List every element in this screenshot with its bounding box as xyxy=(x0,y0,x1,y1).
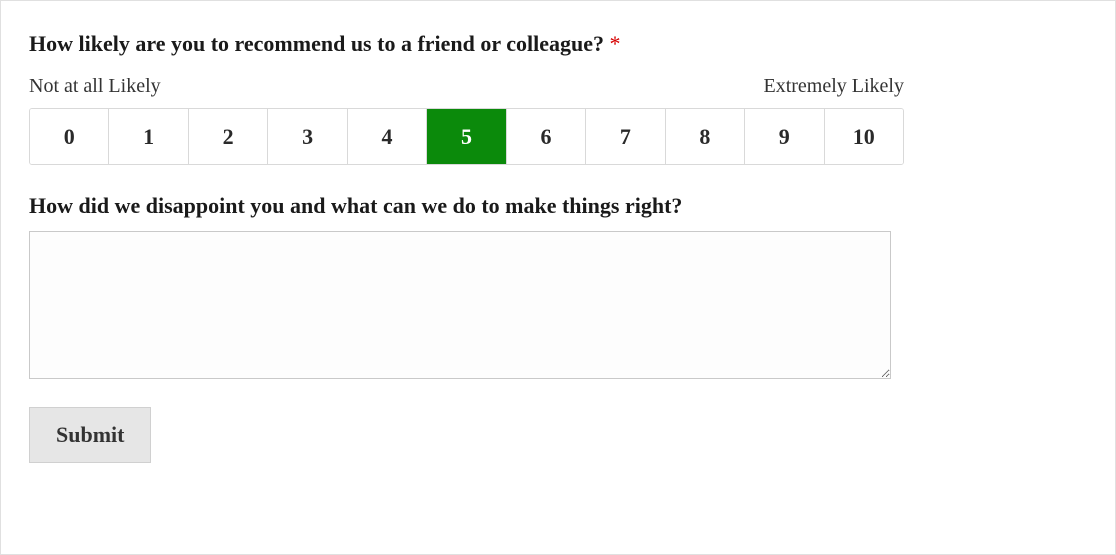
nps-option-0[interactable]: 0 xyxy=(30,109,109,164)
nps-scale: 0 1 2 3 4 5 6 7 8 9 10 xyxy=(29,108,904,165)
nps-scale-labels: Not at all Likely Extremely Likely xyxy=(29,75,904,98)
nps-high-label: Extremely Likely xyxy=(763,75,904,98)
nps-option-2[interactable]: 2 xyxy=(189,109,268,164)
nps-option-10[interactable]: 10 xyxy=(825,109,903,164)
nps-option-5[interactable]: 5 xyxy=(427,109,506,164)
nps-option-6[interactable]: 6 xyxy=(507,109,586,164)
feedback-textarea[interactable] xyxy=(29,231,891,379)
nps-low-label: Not at all Likely xyxy=(29,75,161,98)
nps-option-8[interactable]: 8 xyxy=(666,109,745,164)
nps-question: How likely are you to recommend us to a … xyxy=(29,31,1087,57)
nps-option-7[interactable]: 7 xyxy=(586,109,665,164)
nps-option-4[interactable]: 4 xyxy=(348,109,427,164)
survey-form: How likely are you to recommend us to a … xyxy=(0,0,1116,555)
required-asterisk: * xyxy=(610,31,621,56)
nps-option-1[interactable]: 1 xyxy=(109,109,188,164)
followup-question: How did we disappoint you and what can w… xyxy=(29,193,1087,219)
nps-option-3[interactable]: 3 xyxy=(268,109,347,164)
nps-question-text: How likely are you to recommend us to a … xyxy=(29,31,604,56)
nps-option-9[interactable]: 9 xyxy=(745,109,824,164)
submit-button[interactable]: Submit xyxy=(29,407,151,463)
